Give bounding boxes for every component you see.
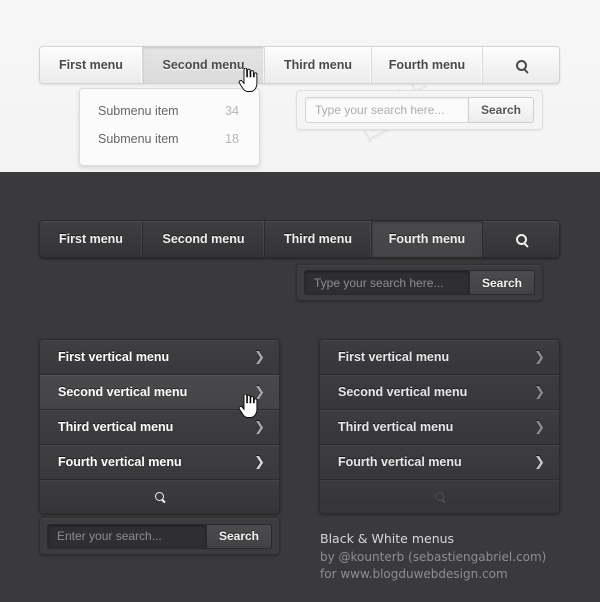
right-vmenu-item-first[interactable]: First vertical menu ❯ xyxy=(320,340,559,375)
chevron-right-icon: ❯ xyxy=(254,421,265,434)
right-vmenu-item-second[interactable]: Second vertical menu ❯ xyxy=(320,375,559,410)
light-menu-item-second-label: Second menu xyxy=(163,58,245,72)
right-vmenu-item-third-label: Third vertical menu xyxy=(338,420,534,434)
left-vmenu-item-first-label: First vertical menu xyxy=(58,350,254,364)
left-vertical-menu: First vertical menu ❯ Second vertical me… xyxy=(39,339,280,514)
chevron-right-icon: ❯ xyxy=(254,351,265,364)
light-menu-item-third-label: Third menu xyxy=(284,58,352,72)
submenu-row-label: Submenu item xyxy=(98,104,179,118)
light-submenu-dropdown: Submenu item 34 Submenu item 18 xyxy=(79,88,260,166)
right-vmenu-item-second-label: Second vertical menu xyxy=(338,385,534,399)
dark-menu-item-fourth-label: Fourth menu xyxy=(389,232,465,246)
vertical-search-button-label: Search xyxy=(219,529,259,543)
chevron-right-icon: ❯ xyxy=(534,456,545,469)
search-icon xyxy=(435,492,444,501)
right-vmenu-search-button[interactable] xyxy=(320,480,559,513)
light-search-button-label: Search xyxy=(481,103,521,117)
chevron-right-icon: ❯ xyxy=(254,456,265,469)
left-vmenu-item-fourth-label: Fourth vertical menu xyxy=(58,455,254,469)
light-menu-item-first-label: First menu xyxy=(59,58,123,72)
left-vmenu-item-first[interactable]: First vertical menu ❯ xyxy=(40,340,279,375)
vertical-search-button[interactable]: Search xyxy=(206,524,272,549)
screenshot-root: 图片 First menu Second menu Third menu Fou… xyxy=(0,0,600,602)
dark-menu-item-first-label: First menu xyxy=(59,232,123,246)
submenu-row-count: 34 xyxy=(225,104,239,118)
credits-title: Black & White menus xyxy=(320,531,580,546)
light-menu-item-fourth[interactable]: Fourth menu xyxy=(372,47,483,83)
dark-menu-item-second[interactable]: Second menu xyxy=(143,221,265,257)
light-search-button[interactable]: Search xyxy=(468,97,534,123)
vertical-menu-search-panel: Enter your search... Search xyxy=(39,517,280,555)
submenu-row-count: 18 xyxy=(225,132,239,146)
right-vertical-menu: First vertical menu ❯ Second vertical me… xyxy=(319,339,560,514)
dark-search-button[interactable]: Search xyxy=(469,270,535,295)
chevron-right-icon: ❯ xyxy=(254,386,265,399)
left-vmenu-item-second-label: Second vertical menu xyxy=(58,385,254,399)
submenu-row[interactable]: Submenu item 34 xyxy=(80,97,259,125)
right-vmenu-item-fourth[interactable]: Fourth vertical menu ❯ xyxy=(320,445,559,480)
right-vmenu-item-third[interactable]: Third vertical menu ❯ xyxy=(320,410,559,445)
left-vmenu-item-third-label: Third vertical menu xyxy=(58,420,254,434)
search-icon xyxy=(516,234,527,245)
light-search-panel: Type your search here... Search xyxy=(296,90,543,130)
submenu-row[interactable]: Submenu item 18 xyxy=(80,125,259,153)
credits-site: for www.blogduwebdesign.com xyxy=(320,567,580,581)
light-search-input[interactable]: Type your search here... xyxy=(305,97,468,123)
light-menu-search-button[interactable] xyxy=(483,47,559,83)
light-menu-item-second[interactable]: Second menu xyxy=(143,47,265,83)
dark-search-input[interactable]: Type your search here... xyxy=(304,270,469,295)
light-menu-item-fourth-label: Fourth menu xyxy=(389,58,465,72)
submenu-row-label: Submenu item xyxy=(98,132,179,146)
dark-search-button-label: Search xyxy=(482,276,522,290)
light-horizontal-menubar: First menu Second menu Third menu Fourth… xyxy=(39,46,560,84)
search-icon xyxy=(155,492,164,501)
light-search-placeholder: Type your search here... xyxy=(315,103,444,117)
dark-menu-item-second-label: Second menu xyxy=(163,232,245,246)
right-vmenu-item-fourth-label: Fourth vertical menu xyxy=(338,455,534,469)
dark-menu-item-third-label: Third menu xyxy=(284,232,352,246)
credits-block: Black & White menus by @kounterb (sebast… xyxy=(320,531,580,584)
light-menu-item-first[interactable]: First menu xyxy=(40,47,143,83)
dark-menu-item-fourth[interactable]: Fourth menu xyxy=(372,221,483,257)
search-icon xyxy=(516,60,527,71)
vertical-search-input[interactable]: Enter your search... xyxy=(47,524,206,549)
chevron-right-icon: ❯ xyxy=(534,421,545,434)
credits-author: by @kounterb (sebastiengabriel.com) xyxy=(320,550,580,564)
dark-search-panel: Type your search here... Search xyxy=(296,264,543,301)
dark-menu-item-third[interactable]: Third menu xyxy=(265,221,372,257)
chevron-right-icon: ❯ xyxy=(534,386,545,399)
dark-search-placeholder: Type your search here... xyxy=(314,276,443,290)
left-vmenu-item-third[interactable]: Third vertical menu ❯ xyxy=(40,410,279,445)
right-vmenu-item-first-label: First vertical menu xyxy=(338,350,534,364)
light-menu-item-third[interactable]: Third menu xyxy=(265,47,372,83)
dark-menu-item-first[interactable]: First menu xyxy=(40,221,143,257)
dark-horizontal-menubar: First menu Second menu Third menu Fourth… xyxy=(39,220,560,258)
dark-menu-search-button[interactable] xyxy=(483,221,559,257)
chevron-right-icon: ❯ xyxy=(534,351,545,364)
left-vmenu-item-fourth[interactable]: Fourth vertical menu ❯ xyxy=(40,445,279,480)
vertical-search-placeholder: Enter your search... xyxy=(57,529,162,543)
left-vmenu-search-button[interactable] xyxy=(40,480,279,513)
left-vmenu-item-second[interactable]: Second vertical menu ❯ xyxy=(40,375,279,410)
